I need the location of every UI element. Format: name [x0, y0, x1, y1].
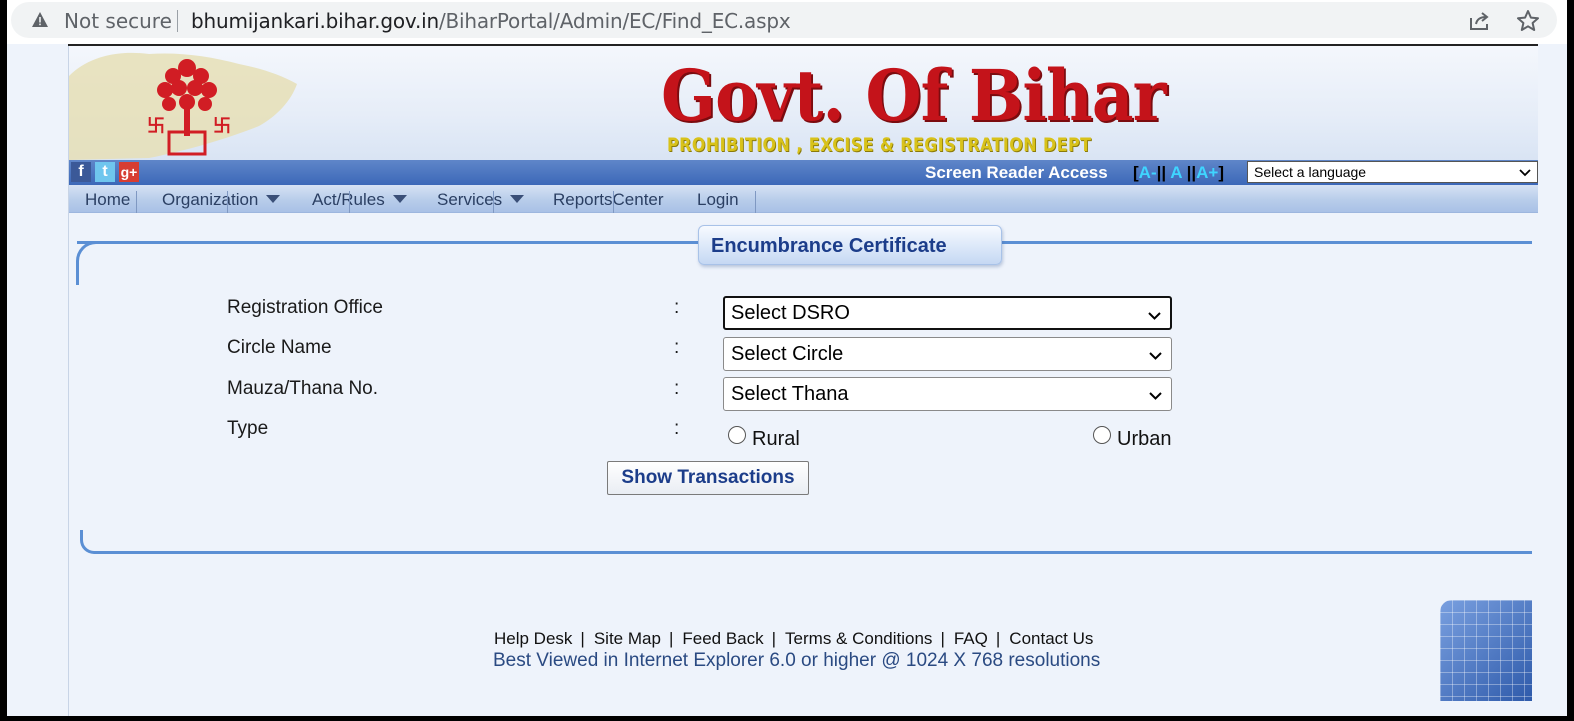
bracket-close: ]: [1218, 163, 1225, 182]
language-select-value: Select a language: [1254, 164, 1367, 180]
form-title: Encumbrance Certificate: [711, 235, 947, 257]
bookmark-star-icon[interactable]: [1516, 9, 1540, 33]
nav-divider: [349, 191, 350, 213]
font-increase-button[interactable]: A+: [1196, 163, 1218, 182]
form-frame-bottom: [95, 551, 1532, 554]
font-size-controls: [A-|| A ||A+]: [1133, 163, 1224, 183]
nav-reports-center-label: ReportsCenter: [553, 190, 664, 209]
nav-organization[interactable]: Organization: [162, 190, 281, 210]
footer-site-map-link[interactable]: Site Map: [594, 629, 661, 648]
colon-separator: :: [674, 337, 680, 358]
thana-select[interactable]: Select Thana: [723, 377, 1172, 411]
chevron-down-icon: [1149, 392, 1162, 400]
header-banner: 卐 卐 Govt. Of Bihar PROHIBITION , EXCISE …: [69, 46, 1538, 160]
nav-act-rules[interactable]: Act/Rules: [312, 190, 407, 210]
registration-office-select[interactable]: Select DSRO: [723, 296, 1172, 330]
nav-divider: [136, 191, 137, 213]
nav-login[interactable]: Login: [697, 190, 739, 210]
facebook-icon[interactable]: f: [71, 162, 91, 182]
chevron-down-icon: [1519, 169, 1531, 177]
footer-feedback-link[interactable]: Feed Back: [682, 629, 763, 648]
thana-value: Select Thana: [731, 383, 849, 405]
banner-title: Govt. Of Bihar: [661, 54, 1167, 137]
svg-text:卐: 卐: [213, 116, 231, 137]
url-path: /BiharPortal/Admin/EC/Find_EC.aspx: [438, 9, 791, 33]
form-title-tab: Encumbrance Certificate: [698, 225, 1002, 265]
browser-window: Not secure bhumijankari.bihar.gov.in/Bih…: [7, 0, 1567, 716]
nav-reports-center[interactable]: ReportsCenter: [553, 190, 664, 210]
url-host: bhumijankari.bihar.gov.in: [191, 9, 439, 33]
urban-radio[interactable]: [1093, 426, 1111, 444]
bihar-emblem-logo: 卐 卐: [69, 52, 297, 160]
dropdown-arrow-icon: [510, 195, 525, 203]
font-normal-button[interactable]: A: [1170, 163, 1182, 182]
footer-terms-link[interactable]: Terms & Conditions: [785, 629, 932, 648]
chevron-down-icon: [1149, 352, 1162, 360]
language-select[interactable]: Select a language: [1247, 161, 1538, 183]
nav-home[interactable]: Home: [85, 190, 130, 210]
share-icon[interactable]: [1468, 10, 1490, 32]
warning-icon[interactable]: [31, 11, 49, 29]
urban-radio-label[interactable]: Urban: [1117, 428, 1171, 451]
nav-login-label: Login: [697, 190, 739, 209]
font-separator: ||: [1156, 163, 1167, 182]
circle-name-select[interactable]: Select Circle: [723, 337, 1172, 371]
chevron-down-icon: [1148, 312, 1161, 320]
omnibox[interactable]: Not secure bhumijankari.bihar.gov.in/Bih…: [11, 2, 1557, 38]
circle-name-label: Circle Name: [227, 337, 332, 358]
address-divider: [177, 10, 178, 32]
twitter-icon[interactable]: t: [95, 162, 115, 182]
circle-name-value: Select Circle: [731, 343, 844, 365]
colon-separator: :: [674, 297, 680, 318]
decorative-grid-graphic: [1440, 600, 1532, 701]
nav-organization-label: Organization: [162, 190, 259, 209]
footer-links: Help Desk | Site Map | Feed Back | Terms & Con…: [494, 629, 1093, 649]
dropdown-arrow-icon: [266, 195, 281, 203]
footer-browser-note: Best Viewed in Internet Explorer 6.0 or …: [493, 650, 1101, 671]
footer-separator: |: [580, 629, 585, 648]
nav-divider: [227, 191, 228, 213]
nav-divider: [613, 191, 614, 213]
rural-radio[interactable]: [728, 426, 746, 444]
url-text[interactable]: bhumijankari.bihar.gov.in/BiharPortal/Ad…: [191, 9, 791, 33]
nav-divider: [755, 191, 756, 213]
banner-department: PROHIBITION , EXCISE & REGISTRATION DEPT: [667, 134, 1092, 156]
registration-office-label: Registration Office: [227, 297, 383, 318]
colon-separator: :: [674, 418, 680, 439]
google-plus-icon[interactable]: g+: [119, 162, 139, 182]
screen-reader-link[interactable]: Screen Reader Access: [925, 163, 1108, 183]
form-frame-corner: [76, 241, 116, 285]
browser-address-bar: Not secure bhumijankari.bihar.gov.in/Bih…: [7, 0, 1567, 44]
show-transactions-button[interactable]: Show Transactions: [607, 461, 809, 495]
nav-services[interactable]: Services: [437, 190, 525, 210]
footer-separator: |: [940, 629, 945, 648]
registration-office-value: Select DSRO: [731, 302, 850, 324]
footer-separator: |: [995, 629, 1001, 648]
colon-separator: :: [674, 378, 680, 399]
svg-text:卐: 卐: [147, 116, 165, 137]
nav-divider: [493, 191, 494, 213]
footer-faq-link[interactable]: FAQ: [954, 629, 988, 648]
footer-contact-link[interactable]: Contact Us: [1009, 629, 1093, 648]
footer-separator: |: [668, 629, 674, 648]
utility-bar: f t g+ Screen Reader Access [A-|| A ||A+…: [69, 160, 1538, 185]
font-decrease-button[interactable]: A-: [1139, 163, 1157, 182]
main-navigation: Home Organization Act/Rules Services Rep…: [69, 185, 1538, 213]
thana-label: Mauza/Thana No.: [227, 378, 379, 399]
footer-separator: |: [771, 629, 777, 648]
type-label: Type: [227, 418, 269, 439]
footer-help-desk-link[interactable]: Help Desk: [494, 629, 572, 648]
dropdown-arrow-icon: [392, 195, 407, 203]
security-label[interactable]: Not secure: [64, 9, 172, 33]
nav-home-label: Home: [85, 190, 131, 209]
font-separator: ||: [1186, 163, 1197, 182]
page-top-border: [68, 44, 1538, 46]
rural-radio-label[interactable]: Rural: [752, 428, 800, 451]
